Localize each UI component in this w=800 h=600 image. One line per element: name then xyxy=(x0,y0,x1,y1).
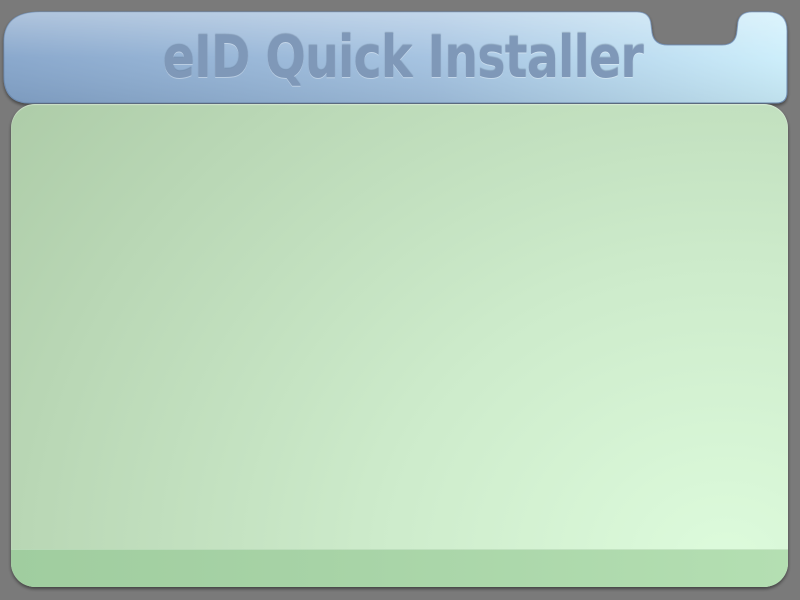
title-bar-shine xyxy=(4,12,787,103)
main-panel xyxy=(11,104,788,587)
content-area xyxy=(11,104,788,550)
title-bar[interactable] xyxy=(0,0,800,110)
footer-bar xyxy=(11,549,788,587)
installer-window: eID Quick Installer xyxy=(0,0,800,600)
